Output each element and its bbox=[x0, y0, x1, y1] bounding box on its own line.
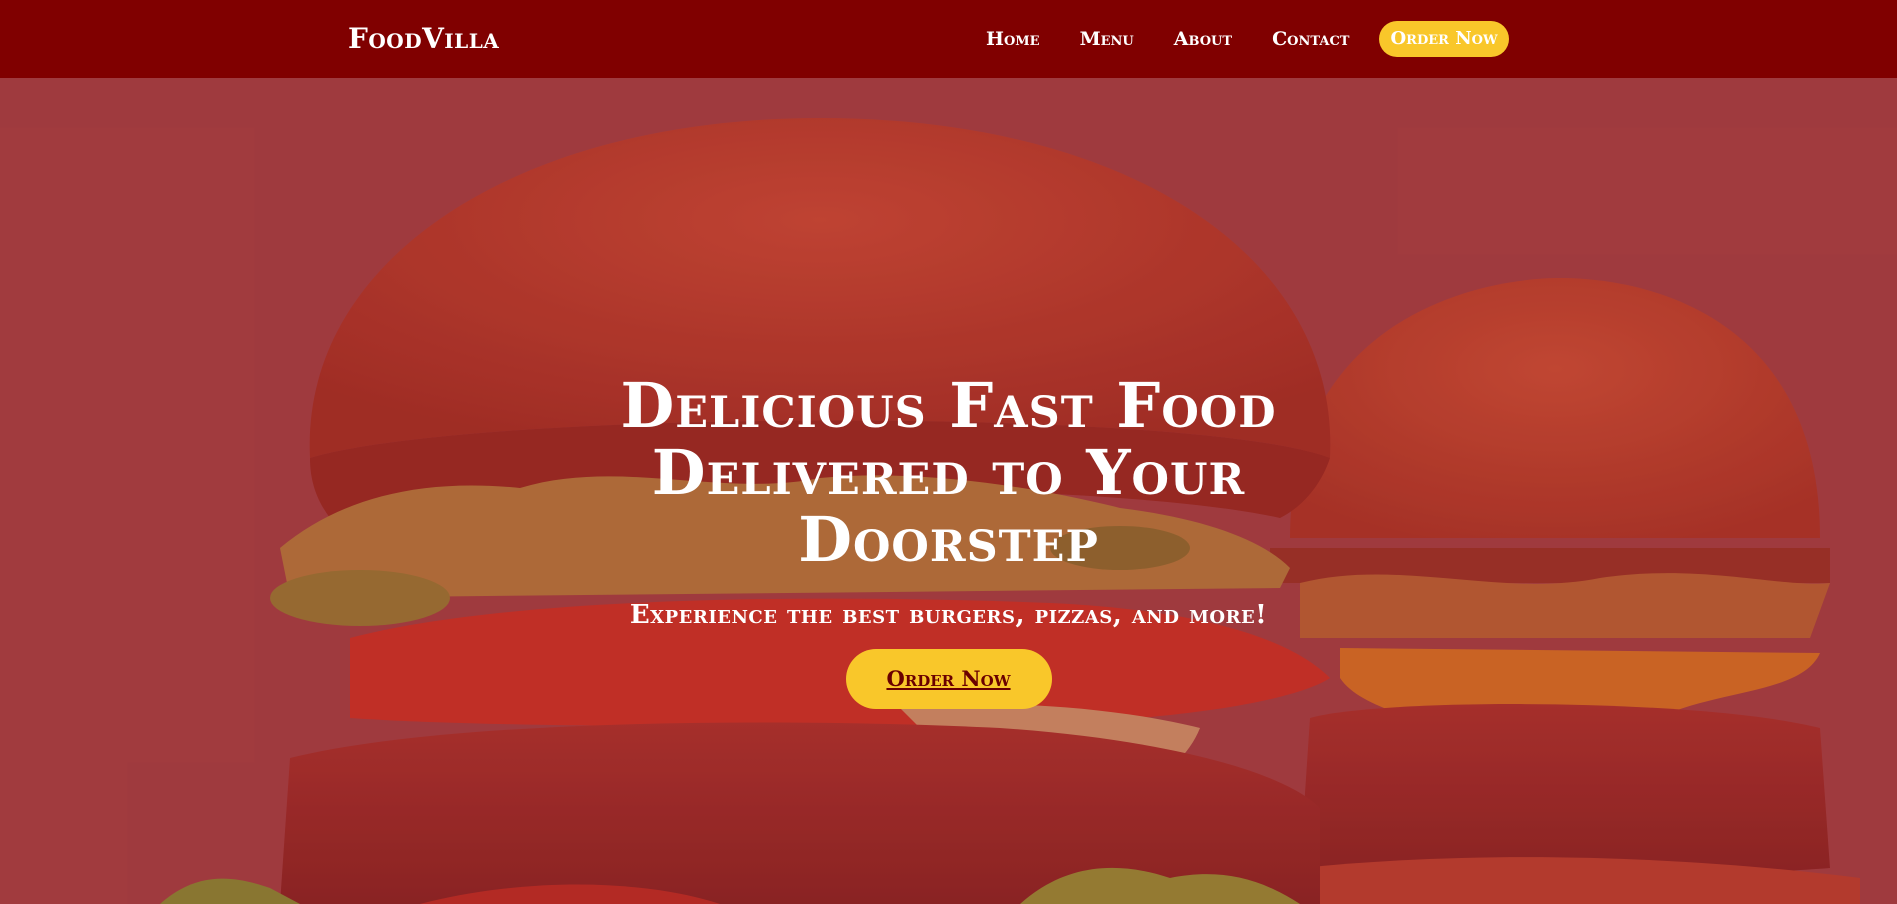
nav-link-menu[interactable]: Menu bbox=[1080, 28, 1134, 50]
nav-link-about[interactable]: About bbox=[1174, 28, 1232, 50]
nav-link-contact[interactable]: Contact bbox=[1272, 28, 1349, 50]
hero-subtitle: Experience the best burgers, pizzas, and… bbox=[629, 600, 1268, 630]
hero-section: Delicious Fast Food Delivered to Your Do… bbox=[0, 372, 1897, 709]
nav-order-now-button[interactable]: Order Now bbox=[1379, 21, 1509, 57]
nav-link-home[interactable]: Home bbox=[986, 28, 1040, 50]
brand-logo[interactable]: FoodVilla bbox=[348, 22, 499, 56]
navbar: FoodVilla Home Menu About Contact Order … bbox=[0, 0, 1897, 78]
hero-title: Delicious Fast Food Delivered to Your Do… bbox=[620, 369, 1277, 576]
nav-links: Home Menu About Contact Order Now bbox=[986, 21, 1509, 57]
hero-order-now-button[interactable]: Order Now bbox=[845, 649, 1052, 709]
landing-page: FoodVilla Home Menu About Contact Order … bbox=[0, 0, 1897, 904]
